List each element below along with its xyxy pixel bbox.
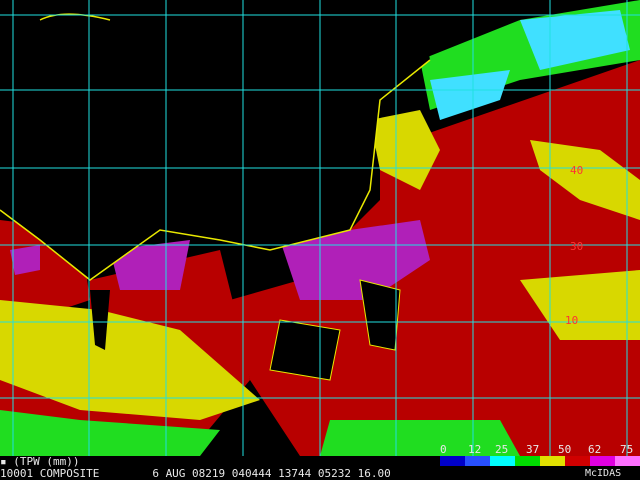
legend-value: 12 [468, 443, 482, 456]
legend-value: 37 [526, 443, 540, 456]
legend-color-segment [515, 456, 540, 466]
legend-color-segment [440, 456, 465, 466]
legend-value: 25 [495, 443, 509, 456]
legend-color-segment [490, 456, 515, 466]
credit-label: McIDAS [585, 468, 622, 479]
latitude-label: 40 [570, 164, 584, 177]
arabian-sea-maxima [10, 245, 40, 275]
legend-color-segment [465, 456, 490, 466]
color-scale-bar [440, 456, 640, 468]
legend-value: 50 [558, 443, 572, 456]
legend-color-segment [590, 456, 615, 466]
tpw-composite-map [0, 0, 640, 456]
legend-value: 62 [588, 443, 602, 456]
legend-color-segment [565, 456, 590, 466]
satellite-map-screen: 40 30 10 0 12 25 37 50 62 75 ▪ (TPW (mm)… [0, 0, 640, 480]
legend-color-segment [540, 456, 565, 466]
legend-value: 75 [620, 443, 634, 456]
borneo-land [270, 320, 340, 380]
legend-color-segment [615, 456, 640, 466]
legend-value: 0 [440, 443, 447, 456]
latitude-label: 10 [565, 314, 579, 327]
status-line: 10001 COMPOSITE 6 AUG 08219 040444 13744… [0, 467, 391, 480]
legend-labels: 0 12 25 37 50 62 75 [440, 443, 640, 456]
latitude-label: 30 [570, 240, 584, 253]
